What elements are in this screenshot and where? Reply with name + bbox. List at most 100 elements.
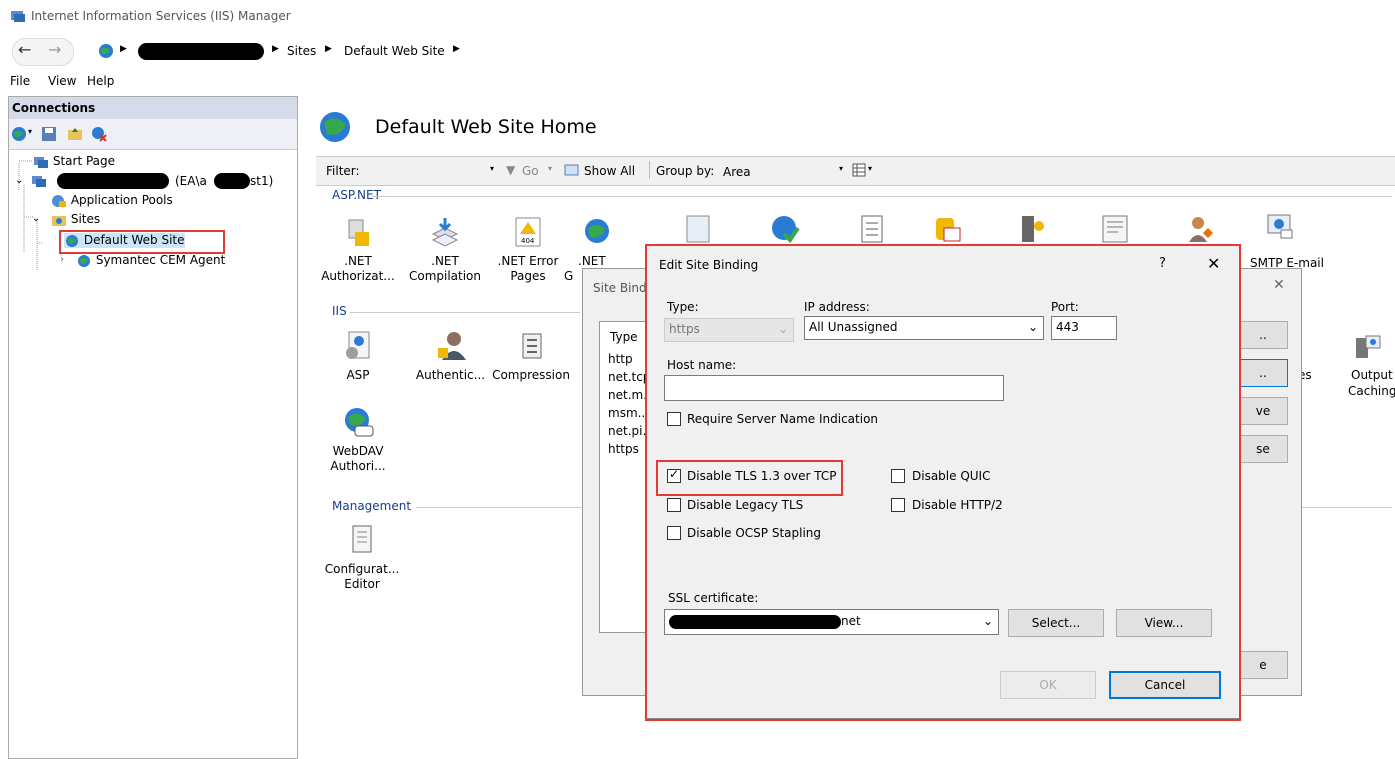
config-editor-icon (352, 525, 372, 553)
compression-icon (522, 333, 542, 359)
site-globe-icon (320, 112, 350, 142)
feature-webdav[interactable]: WebDAV Authori... (318, 406, 398, 474)
show-all-icon[interactable] (564, 163, 580, 177)
feature-configuration-editor[interactable]: Configurat... Editor (322, 524, 402, 592)
edit-button[interactable]: .. (1238, 359, 1288, 387)
tree-sites-label: Sites (70, 212, 101, 226)
binding-row[interactable]: https (608, 442, 639, 456)
tree-default-web-site-label: Default Web Site (83, 233, 185, 247)
back-arrow-icon[interactable]: ← (18, 40, 31, 59)
crumb-sites[interactable]: Sites (287, 44, 316, 58)
connections-toolbar: ▾ (9, 119, 297, 150)
connections-panel: Connections ▾ Start Page ⌄ (EA\a st1) Ap… (8, 96, 298, 759)
menu-view[interactable]: View (48, 74, 76, 88)
dropdown-arrow-icon[interactable]: ▾ (868, 164, 872, 173)
feature-label: Compression (492, 368, 570, 382)
feature-net-error-pages[interactable]: 404 .NET Error Pages (488, 216, 568, 284)
page-title: Default Web Site Home (375, 116, 597, 138)
website-globe-icon (78, 254, 90, 267)
tree-start-page[interactable]: Start Page (33, 154, 115, 169)
close-button[interactable]: e (1238, 651, 1288, 679)
user-diamond-icon (1189, 217, 1213, 242)
disconnect-icon[interactable] (91, 126, 107, 142)
address-bar: ← → ▶ ▶ Sites ▶ Default Web Site ▶ (0, 34, 1395, 69)
feature-label: Compilation (408, 269, 482, 283)
group-aspnet-header: ASP.NET (332, 188, 381, 202)
feature-authentication[interactable]: Authentic... (408, 330, 493, 383)
feature-net-authorization[interactable]: .NET Authorizat... (318, 216, 398, 284)
feature-label: Pages (510, 269, 546, 283)
feature-net-compilation[interactable]: .NET Compilation (405, 216, 485, 284)
pages-controls-icon (686, 215, 710, 243)
group-iis-header: IIS (332, 304, 347, 318)
feature-label: .NET Error (497, 254, 559, 268)
splitter[interactable] (300, 96, 316, 757)
save-icon[interactable] (41, 126, 57, 142)
forward-arrow-icon[interactable]: → (48, 40, 61, 59)
group-by-label: Group by: (656, 164, 715, 178)
bindings-list[interactable]: Type http net.tcp net.m.. msm.. net.pi..… (599, 321, 651, 633)
tree-start-page-label: Start Page (52, 154, 116, 168)
feature-label: WebDAV (332, 444, 384, 458)
crumb-separator: ▶ (453, 44, 460, 54)
bindings-type-header: Type (610, 330, 638, 344)
binding-row[interactable]: http (608, 352, 633, 366)
list-icon (861, 215, 883, 243)
tree-sites[interactable]: Sites (51, 212, 100, 227)
connect-globe-icon[interactable] (11, 126, 27, 142)
crumb-default-web-site[interactable]: Default Web Site (344, 44, 445, 58)
feature-output-caching[interactable]: Output (1351, 368, 1393, 382)
chevron-down-icon[interactable]: ⌄ (15, 175, 23, 186)
dropdown-arrow-icon[interactable]: ▾ (28, 127, 32, 136)
binding-row[interactable]: msm.. (608, 406, 645, 420)
feature-label: Editor (344, 577, 380, 591)
tree-symantec-cem-agent[interactable]: Symantec CEM Agent (76, 253, 225, 268)
show-all-button[interactable]: Show All (584, 164, 635, 178)
dropdown-arrow-icon[interactable]: ▾ (839, 164, 843, 173)
redacted-account (214, 173, 250, 189)
menu-file[interactable]: File (10, 74, 30, 88)
connections-header: Connections (9, 97, 297, 119)
feature-output-caching-line2: Caching (1348, 384, 1395, 398)
remove-button[interactable]: ve (1238, 397, 1288, 425)
tree-server-account-tail: st1) (250, 174, 274, 188)
filter-label: Filter: (326, 164, 360, 178)
server-icon (32, 175, 46, 187)
view-toggle-icon[interactable] (852, 163, 866, 177)
menu-bar: File View Help (0, 68, 1395, 96)
dropdown-arrow-icon[interactable]: ▾ (490, 164, 494, 173)
group-divider (372, 196, 1392, 197)
add-button[interactable]: .. (1238, 321, 1288, 349)
tree-app-pools-label: Application Pools (70, 193, 173, 207)
chevron-right-icon[interactable]: › (60, 254, 64, 265)
feature-compression[interactable]: Compression (490, 330, 572, 383)
browse-button[interactable]: se (1238, 435, 1288, 463)
iis-app-icon (11, 11, 25, 22)
close-icon[interactable]: ✕ (1273, 277, 1285, 293)
filter-bar: Filter: ▾ ▼ Go ▾ Show All Group by: Area… (316, 156, 1395, 186)
tree-application-pools[interactable]: Application Pools (51, 193, 173, 208)
form-icon (1102, 215, 1128, 243)
window-title: Internet Information Services (IIS) Mana… (31, 9, 291, 23)
crumb-separator: ▶ (272, 44, 279, 54)
crumb-separator: ▶ (325, 44, 332, 54)
binding-row[interactable]: net.pi.. (608, 424, 650, 438)
filter-input[interactable] (372, 160, 492, 180)
up-folder-icon[interactable] (67, 126, 83, 142)
feature-label: ASP (346, 368, 370, 382)
feature-asp[interactable]: ASP (318, 330, 398, 383)
feature-label: Authentic... (415, 368, 486, 382)
tree-default-web-site[interactable]: Default Web Site (64, 233, 185, 248)
group-by-select[interactable]: Area (723, 165, 751, 179)
go-button[interactable]: Go (522, 164, 539, 178)
menu-help[interactable]: Help (87, 74, 114, 88)
redacted-server-host (57, 173, 169, 189)
globe-icon (99, 44, 113, 58)
title-bar: Internet Information Services (IIS) Mana… (0, 0, 1395, 34)
globe-check-icon (772, 216, 800, 244)
go-funnel-icon[interactable]: ▼ (506, 163, 515, 177)
tree-server[interactable] (31, 173, 47, 188)
dropdown-arrow-icon[interactable]: ▾ (548, 164, 552, 173)
chevron-down-icon[interactable]: ⌄ (32, 213, 40, 224)
divider (649, 161, 650, 179)
